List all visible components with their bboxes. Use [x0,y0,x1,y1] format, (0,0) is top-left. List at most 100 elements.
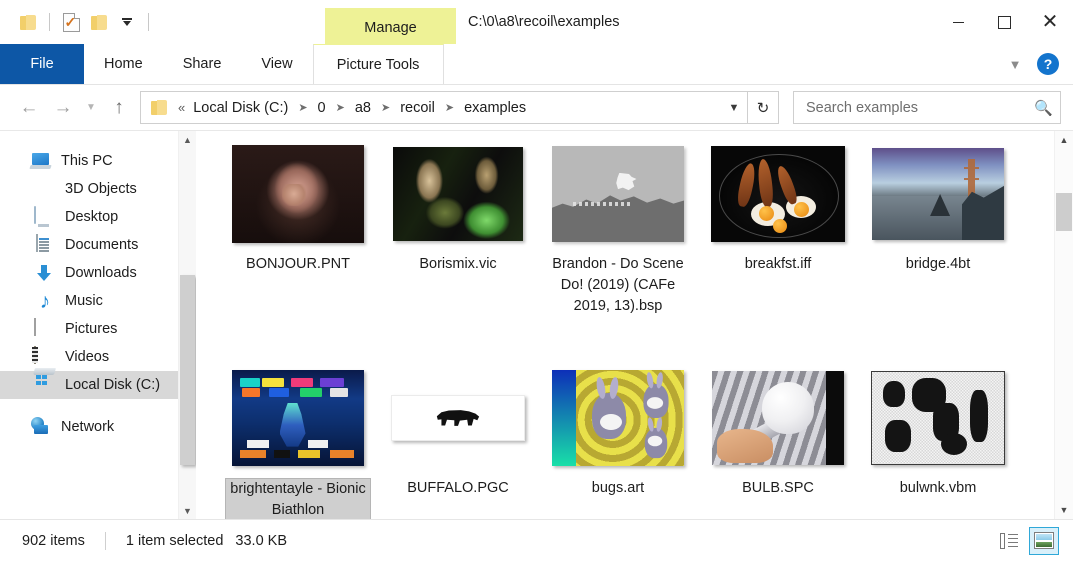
forward-arrow-icon[interactable]: → [46,92,80,124]
quick-access-toolbar: ✓ [0,0,156,44]
file-item[interactable]: bulwnk.vbm [858,363,1018,519]
sidebar-item-music[interactable]: ♪ Music [0,287,196,315]
qat-folder-button[interactable] [14,7,42,37]
help-button[interactable]: ? [1037,53,1059,75]
file-item[interactable]: BONJOUR.PNT [218,139,378,363]
thumbnail-image [552,370,684,466]
sidebar-item-network[interactable]: Network [0,413,196,441]
navigation-pane-scrollbar[interactable]: ▲ ▼ [178,131,196,519]
scrollbar-thumb[interactable] [1056,193,1072,231]
breadcrumb-separator-icon[interactable]: ➤ [438,101,461,114]
sidebar-item-videos[interactable]: Videos [0,343,196,371]
close-button[interactable]: ✕ [1027,0,1073,44]
search-icon[interactable]: 🔍 [1034,99,1053,117]
navigation-pane: This PC 3D Objects Desktop Documents Dow… [0,131,196,519]
breadcrumb-folder-icon [141,100,176,115]
file-name-label: bugs.art [591,480,645,496]
minimize-button[interactable] [935,0,981,44]
up-arrow-icon[interactable]: ↑ [102,92,136,124]
search-box[interactable]: 🔍 [793,91,1061,124]
folder-icon [19,14,37,30]
breadcrumb-overflow-icon[interactable]: « [176,100,190,115]
breadcrumb-separator-icon[interactable]: ➤ [374,101,397,114]
file-thumbnail[interactable] [711,145,845,243]
refresh-icon: ↻ [756,99,770,117]
tab-view[interactable]: View [241,44,312,84]
file-name-label: Borismix.vic [419,256,497,272]
file-name-label: brightentayle - Bionic Biathlon [225,478,371,519]
contextual-tab-manage[interactable]: Manage [325,8,456,47]
search-input[interactable] [804,98,1034,117]
breadcrumb-item-a8[interactable]: a8 [352,100,374,116]
status-divider [104,531,106,550]
sidebar-item-local-disk-c[interactable]: Local Disk (C:) [0,368,196,399]
file-thumbnail[interactable] [711,369,845,467]
file-item[interactable]: breakfst.iff [698,139,858,363]
pictures-icon [34,318,56,339]
breadcrumb-item-recoil[interactable]: recoil [397,100,438,116]
tab-file[interactable]: File [0,44,84,84]
sidebar-item-pictures[interactable]: Pictures [0,315,196,343]
maximize-button[interactable] [981,0,1027,44]
file-thumbnail[interactable] [391,145,525,243]
file-item[interactable]: BULB.SPC [698,363,858,519]
refresh-button[interactable]: ↻ [748,91,779,124]
file-item[interactable]: Borismix.vic [378,139,538,363]
sidebar-item-3d-objects[interactable]: 3D Objects [0,175,196,203]
file-item[interactable]: brightentayle - Bionic Biathlon [218,363,378,519]
scroll-up-icon[interactable]: ▲ [1055,131,1073,149]
file-thumbnail[interactable] [871,145,1005,243]
tab-share[interactable]: Share [163,44,242,84]
file-name-label: breakfst.iff [744,256,812,272]
file-item[interactable]: bridge.4bt [858,139,1018,363]
scroll-down-icon[interactable]: ▼ [179,502,196,519]
large-icons-view-button[interactable] [1029,526,1059,555]
sidebar-item-documents[interactable]: Documents [0,231,196,259]
tab-share-label: Share [182,56,222,72]
breadcrumb-dropdown-icon[interactable]: ▼ [721,93,747,122]
network-icon [30,417,52,437]
file-thumbnail[interactable] [231,145,365,243]
sidebar-item-label: Network [61,419,115,435]
tab-home[interactable]: Home [84,44,163,84]
file-item[interactable]: Brandon - Do Scene Do! (2019) (CAFe 2019… [538,139,698,363]
sidebar-item-desktop[interactable]: Desktop [0,203,196,231]
qat-properties-button[interactable]: ✓ [57,7,85,37]
file-thumbnail[interactable] [871,369,1005,467]
file-item[interactable]: bugs.art [538,363,698,519]
file-thumbnail[interactable] [391,369,525,467]
scrollbar-thumb[interactable] [180,275,195,465]
file-thumbnail[interactable] [551,369,685,467]
tab-picture-tools[interactable]: Picture Tools [312,44,444,84]
breadcrumb[interactable]: « Local Disk (C:) ➤ 0 ➤ a8 ➤ recoil ➤ ex… [140,91,748,124]
breadcrumb-item-0[interactable]: 0 [315,100,329,116]
tab-view-label: View [261,56,293,72]
breadcrumb-separator-icon[interactable]: ➤ [291,101,314,114]
file-list-scrollbar[interactable]: ▲ ▼ [1054,131,1073,519]
chevron-down-icon[interactable]: ▼ [1001,50,1029,78]
sidebar-item-label: This PC [61,153,113,169]
scroll-down-icon[interactable]: ▼ [1055,501,1073,519]
thumbnail-image [552,146,684,242]
file-thumbnail[interactable] [551,145,685,243]
recent-locations-icon[interactable]: ▼ [80,92,102,124]
item-count-label: 902 items [22,532,85,549]
selection-label: 1 item selected [125,532,224,549]
file-item[interactable]: BUFFALO.PGC [378,363,538,519]
back-arrow-icon[interactable]: ← [12,92,46,124]
file-thumbnail[interactable] [231,369,365,467]
breadcrumb-separator-icon[interactable]: ➤ [329,101,352,114]
thumbnail-image [391,395,525,441]
qat-customize-button[interactable] [113,7,141,37]
breadcrumb-item-local-disk[interactable]: Local Disk (C:) [190,100,291,116]
qat-new-folder-button[interactable] [85,7,113,37]
customize-dropdown-icon [120,15,134,29]
thumbnail-image [712,371,844,465]
file-name-label: BONJOUR.PNT [246,256,350,272]
sidebar-item-this-pc[interactable]: This PC [0,147,196,175]
details-view-button[interactable] [995,528,1023,554]
sidebar-item-downloads[interactable]: Downloads [0,259,196,287]
sidebar-item-label: Pictures [65,321,118,337]
scroll-up-icon[interactable]: ▲ [179,131,196,148]
breadcrumb-item-examples[interactable]: examples [461,100,529,116]
